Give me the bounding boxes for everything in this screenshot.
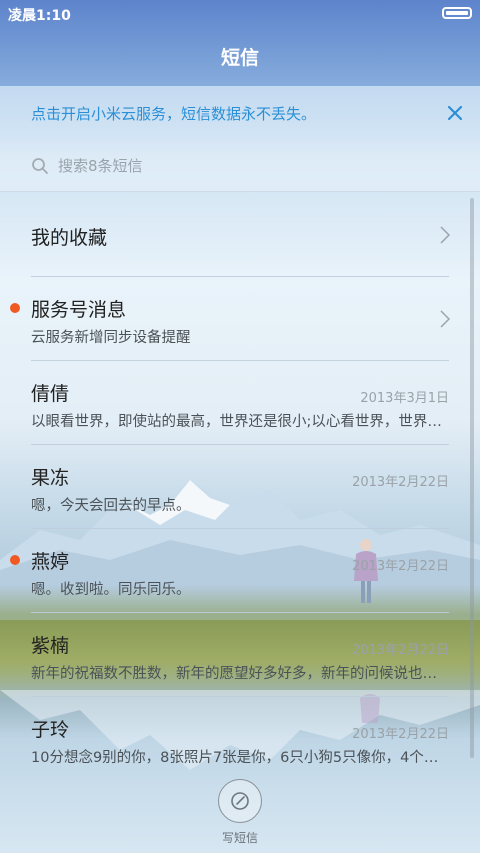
unread-dot [10,303,20,313]
banner-text[interactable]: 点击开启小米云服务，短信数据永不丢失。 [31,103,316,124]
search-icon [32,157,48,174]
battery-icon [442,7,472,19]
message-preview: 新年的祝福数不胜数，新年的愿望好多好多，新年的问候说也说不完 [31,666,443,682]
compose-label[interactable]: 写短信 [222,829,258,846]
unread-dot [10,555,20,565]
page-title: 短信 [220,46,259,69]
message-date: 2013年2月22日 [352,727,449,742]
contact-name: 子玲 [31,719,70,741]
message-preview: 嗯。收到啦。同乐同乐。 [31,582,191,598]
conversation-row[interactable]: 果冻 2013年2月22日嗯，今天会回去的早点。 [0,445,480,529]
message-preview: 嗯，今天会回去的早点。 [31,498,191,514]
chevron-right-icon [440,226,450,244]
conversation-list: 我的收藏 服务号消息 云服务新增同步设备提醒 倩倩 2013年3月1日以眼看世界，… [0,193,480,781]
conversation-row[interactable]: 燕婷 2013年2月22日嗯。收到啦。同乐同乐。 [0,529,480,613]
contact-name: 紫楠 [31,635,70,657]
message-preview: 以眼看世界，即使站的最高，世界还是很小;以心看世界，世界无限的大 [31,414,443,430]
compose-icon [231,792,249,810]
cloud-service-banner[interactable]: 点击开启小米云服务，短信数据永不丢失。 [0,86,480,140]
service-preview: 云服务新增同步设备提醒 [31,330,191,346]
service-messages-row[interactable]: 服务号消息 云服务新增同步设备提醒 [0,277,480,361]
conversation-row[interactable]: 倩倩 2013年3月1日以眼看世界，即使站的最高，世界还是很小;以心看世界，世界无… [0,361,480,445]
status-bar: 凌晨1:10 [0,0,480,26]
compose-button[interactable] [218,779,262,823]
scrollbar[interactable] [470,198,474,758]
status-time: 凌晨1:10 [8,8,71,24]
search-input[interactable]: 搜索8条短信 [58,155,143,176]
contact-name: 燕婷 [31,551,70,573]
close-icon[interactable] [444,102,466,124]
compose-area: 写短信 [0,764,480,853]
title-bar: 短信 [0,26,480,86]
favorites-label: 我的收藏 [31,227,108,249]
contact-name: 果冻 [31,467,70,489]
message-date: 2013年2月22日 [352,643,449,658]
message-date: 2013年3月1日 [360,391,449,406]
contact-name: 倩倩 [31,383,70,405]
search-bar[interactable]: 搜索8条短信 [0,140,480,192]
message-date: 2013年2月22日 [352,475,449,490]
service-name: 服务号消息 [31,299,127,321]
chevron-right-icon [440,310,450,328]
conversation-row[interactable]: 紫楠 2013年2月22日新年的祝福数不胜数，新年的愿望好多好多，新年的问候说也说… [0,613,480,697]
message-date: 2013年2月22日 [352,559,449,574]
favorites-row[interactable]: 我的收藏 [0,193,480,277]
